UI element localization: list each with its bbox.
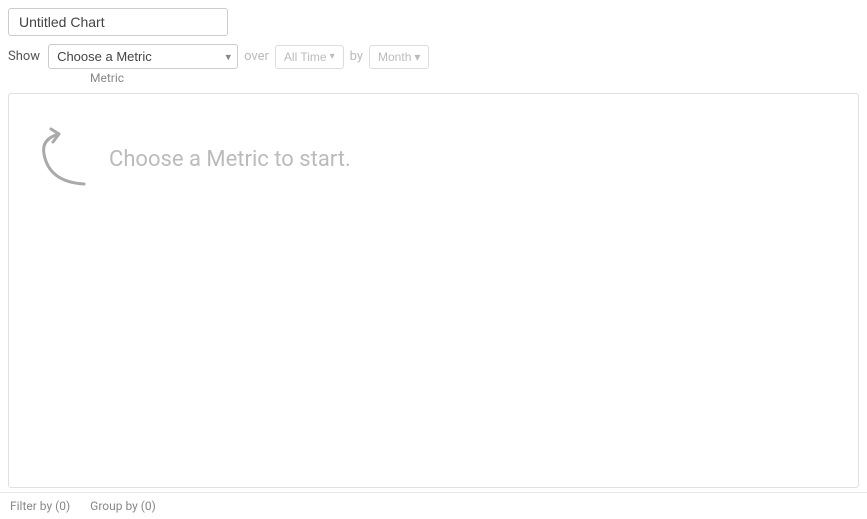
footer-bar: Filter by (0) Group by (0) xyxy=(0,492,867,519)
curved-arrow-icon xyxy=(29,124,99,194)
show-label: Show xyxy=(8,49,40,64)
chart-area: Choose a Metric to start. xyxy=(8,93,859,488)
filter-by-button[interactable]: Filter by (0) xyxy=(10,499,70,513)
metric-select-wrapper: Choose a Metric ▾ xyxy=(48,44,238,69)
empty-state-message: Choose a Metric to start. xyxy=(109,147,351,172)
time-period-label: All Time xyxy=(284,50,327,64)
chevron-down-icon: ▾ xyxy=(330,51,335,62)
metric-hint: Metric xyxy=(0,71,867,89)
page-wrapper: Show Choose a Metric ▾ over All Time ▾ b… xyxy=(0,0,867,519)
interval-button[interactable]: Month ▾ xyxy=(369,45,429,69)
by-label: by xyxy=(350,49,363,64)
interval-label: Month xyxy=(378,50,411,64)
over-label: over xyxy=(244,49,269,64)
controls-bar: Show Choose a Metric ▾ over All Time ▾ b… xyxy=(0,40,867,71)
title-bar xyxy=(0,0,867,40)
time-period-button[interactable]: All Time ▾ xyxy=(275,45,344,69)
metric-select[interactable]: Choose a Metric xyxy=(48,44,238,69)
chart-title-input[interactable] xyxy=(8,8,228,36)
chevron-down-icon: ▾ xyxy=(414,50,420,64)
empty-state: Choose a Metric to start. xyxy=(9,94,351,194)
group-by-button[interactable]: Group by (0) xyxy=(90,499,156,513)
